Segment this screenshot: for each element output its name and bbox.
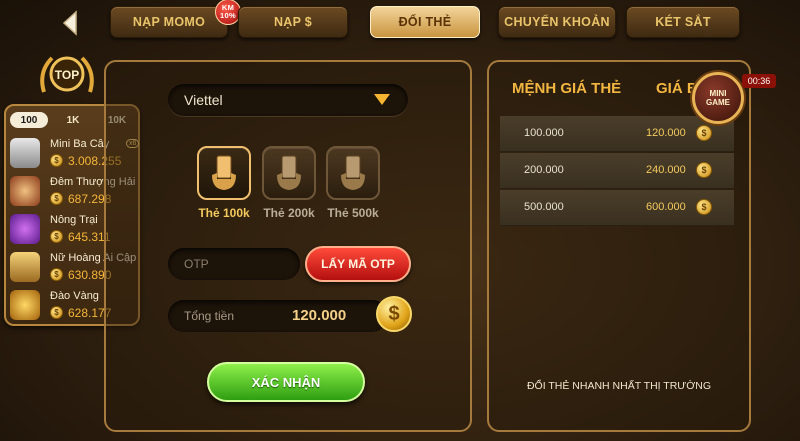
card-option-500k[interactable]: [326, 146, 380, 200]
filter-1k[interactable]: 1K: [54, 112, 92, 128]
coin-icon: $: [696, 162, 712, 178]
total-label: Tổng tiền: [184, 309, 235, 323]
game-name: Nông Trại: [50, 214, 98, 226]
carrier-select[interactable]: Viettel: [168, 84, 408, 116]
phone-card-icon: [341, 155, 365, 190]
coin-icon: $: [50, 268, 63, 281]
tab-ket-sat[interactable]: KÉT SẮT: [626, 6, 740, 38]
rate-face: 200.000: [524, 164, 564, 176]
tab-chuyen-khoan[interactable]: CHUYỂN KHOẢN: [498, 6, 616, 38]
caret-down-icon: [374, 94, 390, 105]
rate-row: 100.000 120.000 $: [500, 116, 734, 152]
otp-input[interactable]: [168, 248, 300, 280]
rate-face: 500.000: [524, 201, 564, 213]
farm-game-icon: [10, 214, 40, 244]
gold-mine-game-icon: [10, 290, 40, 320]
top-badge-text: TOP: [55, 68, 79, 82]
filter-100[interactable]: 100: [10, 112, 48, 128]
back-arrow-icon: [62, 10, 77, 36]
card-option-200k[interactable]: [262, 146, 316, 200]
countdown-timer: 00:36: [742, 74, 776, 88]
mini-game-button[interactable]: MINI GAME: [692, 72, 744, 124]
card-label-200k: Thẻ 200k: [263, 206, 315, 220]
top-ranking-badge[interactable]: TOP: [36, 52, 98, 100]
dollar-coin-icon: $: [376, 296, 412, 332]
card-label-500k: Thẻ 500k: [327, 206, 379, 220]
phone-card-icon: [212, 155, 236, 190]
rate-row: 500.000 600.000 $: [500, 190, 734, 226]
coin-icon: $: [50, 154, 63, 167]
tab-label: ĐỔI THẺ: [398, 15, 452, 29]
rate-row: 200.000 240.000 $: [500, 153, 734, 189]
game-name: Mini Ba Cây: [50, 138, 110, 150]
face-value-header: MỆNH GIÁ THẺ: [512, 80, 622, 97]
rate-price: 600.000: [646, 201, 686, 213]
carrier-value: Viettel: [184, 92, 223, 108]
get-otp-button[interactable]: LẤY MÃ OTP: [305, 246, 411, 282]
tab-doi-the[interactable]: ĐỔI THẺ: [370, 6, 480, 38]
tab-label: NẠP MOMO: [132, 15, 206, 29]
back-button[interactable]: [56, 8, 86, 38]
egypt-game-icon: [10, 252, 40, 282]
coin-icon: $: [50, 230, 63, 243]
mini-game-label: GAME: [706, 98, 730, 107]
total-value: 120.000: [292, 307, 347, 324]
rate-price: 120.000: [646, 127, 686, 139]
cards-game-icon: [10, 138, 40, 168]
coin-icon: $: [50, 192, 63, 205]
coin-icon: $: [696, 199, 712, 215]
tab-nap-momo[interactable]: NẠP MOMO KM 10%: [110, 0, 241, 38]
game-name: Đào Vàng: [50, 290, 99, 302]
laurel-icon: TOP: [40, 56, 94, 93]
tab-label: NẠP $: [273, 15, 313, 29]
coin-icon: $: [50, 306, 63, 319]
confirm-button[interactable]: XÁC NHẬN: [207, 362, 365, 402]
card-option-100k[interactable]: [197, 146, 251, 200]
rate-price: 240.000: [646, 164, 686, 176]
rates-footer: ĐỔI THẺ NHANH NHẤT THỊ TRƯỜNG: [526, 380, 712, 392]
tab-label: KÉT SẮT: [655, 15, 711, 29]
total-amount-field: Tổng tiền 120.000: [168, 300, 388, 332]
shanghai-game-icon: [10, 176, 40, 206]
tab-nap-dollar[interactable]: NẠP $: [238, 6, 348, 38]
coin-icon: $: [696, 125, 712, 141]
mini-game-label: MINI: [709, 89, 727, 98]
rate-face: 100.000: [524, 127, 564, 139]
card-label-100k: Thẻ 100k: [198, 206, 250, 220]
phone-card-icon: [277, 155, 301, 190]
tab-label: CHUYỂN KHOẢN: [504, 15, 610, 29]
